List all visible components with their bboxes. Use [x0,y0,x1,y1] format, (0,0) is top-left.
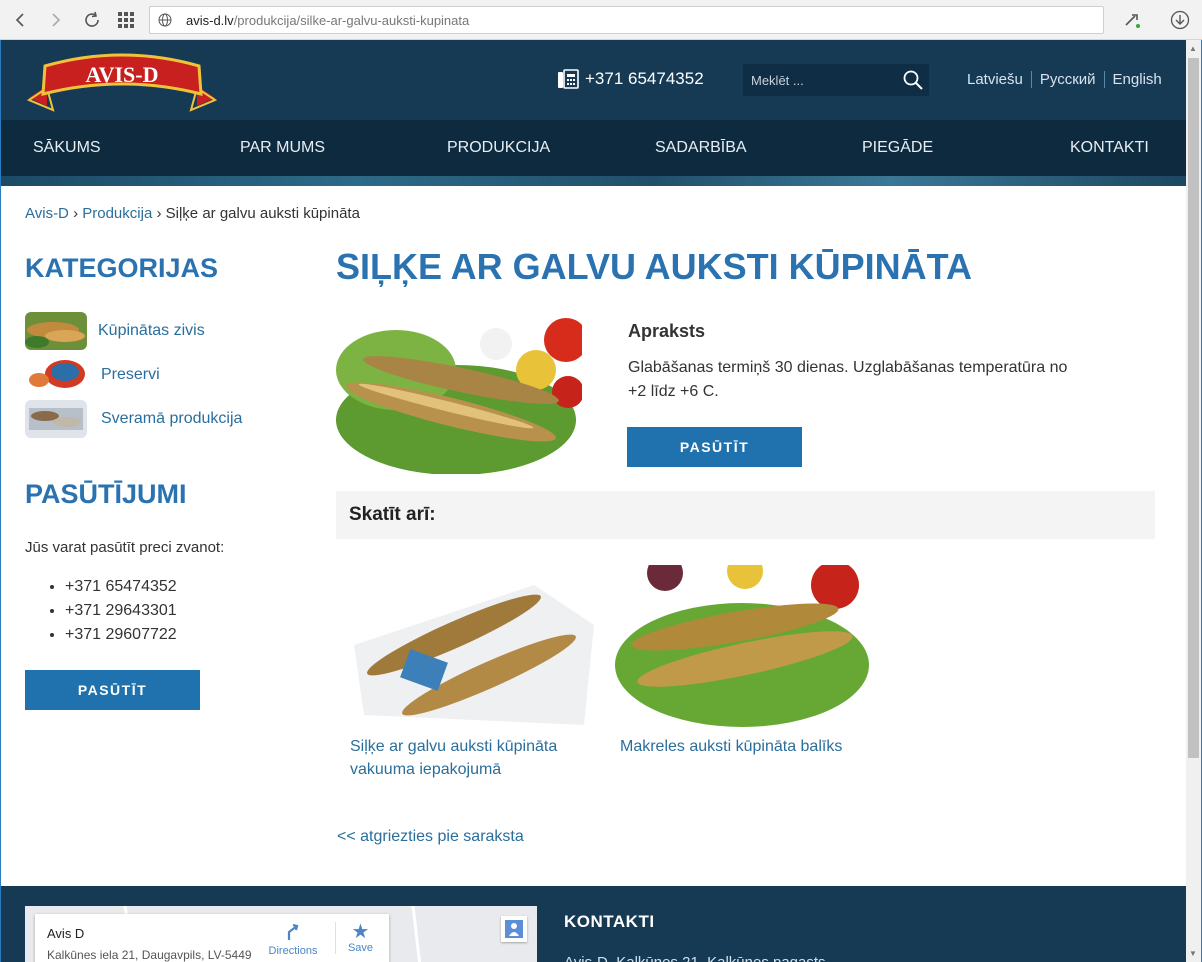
language-switcher: Latviešu Русский English [967,71,1170,88]
lang-latviesu[interactable]: Latviešu [967,71,1031,88]
logo-text: AVIS-D [86,62,159,87]
star-icon: ★ [351,921,370,943]
url-text: avis-d.lv/produkcija/silke-ar-galvu-auks… [186,13,470,28]
reload-icon[interactable] [80,8,104,32]
breadcrumb-home[interactable]: Avis-D [25,205,69,222]
related-label-line: Makreles auksti kūpināta balīks [620,738,843,755]
breadcrumb-current: Siļķe ar galvu auksti kūpināta [165,205,360,222]
download-icon[interactable] [1168,8,1192,32]
related-link-mackerel[interactable]: Makreles auksti kūpināta balīks [620,735,842,758]
nav-produkcija[interactable]: PRODUKCIJA [447,139,550,157]
category-sverama-produkcija[interactable]: Sveramā produkcija [25,399,242,439]
category-label: Preservi [101,366,160,383]
apps-grid-icon[interactable] [114,8,138,32]
orders-intro: Jūs varat pasūtīt preci zvanot: [25,539,225,556]
nav-sadarbiba[interactable]: SADARBĪBA [655,139,747,157]
directions-label: Directions [268,945,318,957]
product-order-button[interactable]: PASŪTĪT [627,427,802,467]
address-bar[interactable]: avis-d.lv/produkcija/silke-ar-galvu-auks… [149,6,1104,34]
map-info-card: Avis D Kalkūnes iela 21, Daugavpils, LV-… [35,914,389,962]
sidebar-order-button[interactable]: PASŪTĪT [25,670,200,710]
search-button[interactable] [897,64,929,96]
product-image[interactable] [336,310,582,474]
category-label: Sveramā produkcija [101,410,243,427]
category-preservi[interactable]: Preservi [25,355,160,395]
order-phone: +371 65474352 [65,575,177,599]
footer-contacts-heading: KONTAKTI [564,912,655,931]
nav-par-mums[interactable]: PAR MUMS [240,139,325,157]
phone-number: +371 65474352 [585,69,704,88]
map-place-name: Avis D [47,926,85,941]
breadcrumb-produkcija[interactable]: Produkcija [82,205,152,222]
map-place-address: Kalkūnes iela 21, Daugavpils, LV-5449 [47,948,252,962]
scroll-down-arrow-icon[interactable]: ▼ [1189,949,1197,958]
page-scrollbar[interactable]: ▲ ▼ [1186,40,1201,962]
phone-icon [558,69,579,89]
street-view-pegman-icon[interactable] [501,916,527,942]
category-thumb-preserves [25,356,87,394]
avis-d-logo[interactable]: AVIS-D [25,48,219,116]
nav-kontakti[interactable]: KONTAKTI [1070,139,1149,157]
related-label-line: vakuuma iepakojumā [350,761,502,778]
globe-icon [158,13,172,27]
description-heading: Apraksts [628,321,706,341]
categories-heading: KATEGORIJAS [25,253,219,283]
category-label: Kūpinātas zivis [98,322,205,339]
nav-piegade[interactable]: PIEGĀDE [862,139,933,157]
description-text: Glabāšanas termiņš 30 dienas. Uzglabāšan… [628,359,1068,400]
search-input[interactable] [743,64,893,96]
related-image-vacuum-herring[interactable] [344,565,598,727]
back-arrow-icon[interactable] [8,8,32,32]
site-header: AVIS-D +371 65474352 Latviešu Русский En… [1,40,1186,186]
footer-contacts-line: Avis-D, Kalkūnes 21, Kalkūnes pagasts [564,954,826,962]
see-also-bar: Skatīt arī: [336,491,1155,539]
site-footer: Avis D Kalkūnes iela 21, Daugavpils, LV-… [1,886,1186,962]
nav-sakums[interactable]: SĀKUMS [33,139,101,157]
breadcrumb: Avis-D › Produkcija › Siļķe ar galvu auk… [25,205,360,222]
browser-toolbar: avis-d.lv/produkcija/silke-ar-galvu-auks… [0,0,1202,40]
lang-russian[interactable]: Русский [1030,71,1104,88]
order-phone: +371 29643301 [65,599,177,623]
category-thumb-smoked-fish [25,312,87,350]
lang-english[interactable]: English [1103,71,1170,88]
product-title: SIĻĶE AR GALVU AUKSTI KŪPINĀTA [336,246,972,287]
forward-arrow-icon[interactable] [44,8,68,32]
scroll-up-arrow-icon[interactable]: ▲ [1189,44,1197,53]
order-phone: +371 29607722 [65,623,177,647]
map-save-button[interactable]: ★ Save [335,922,385,954]
header-phone[interactable]: +371 65474352 [557,69,704,89]
back-to-list-link[interactable]: << atgriezties pie saraksta [337,828,524,846]
embedded-map[interactable]: Avis D Kalkūnes iela 21, Daugavpils, LV-… [25,906,537,962]
orders-heading: PASŪTĪJUMI [25,479,187,509]
main-navigation: SĀKUMS PAR MUMS PRODUKCIJA SADARBĪBA PIE… [1,120,1186,176]
category-kupinatas-zivis[interactable]: Kūpinātas zivis [25,311,205,351]
search-box [743,64,929,96]
directions-icon [287,923,299,940]
related-link-vacuum-herring[interactable]: Siļķe ar galvu auksti kūpināta vakuuma i… [350,735,557,781]
category-thumb-weighed [25,400,87,438]
see-also-heading: Skatīt arī: [349,504,436,525]
related-image-mackerel[interactable] [615,565,869,727]
map-directions-button[interactable]: Directions [263,922,323,957]
orders-phone-list: +371 65474352 +371 29643301 +371 2960772… [25,575,177,647]
related-label-line: Siļķe ar galvu auksti kūpināta [350,738,558,755]
extension-icon[interactable] [1120,8,1144,32]
scrollbar-thumb[interactable] [1188,58,1199,758]
search-icon [903,70,923,90]
save-label: Save [347,942,374,954]
